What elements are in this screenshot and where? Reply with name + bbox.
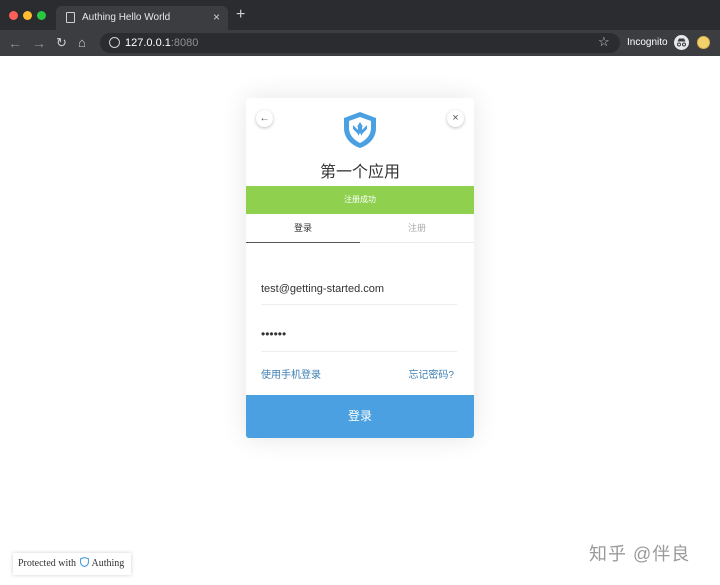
protected-badge[interactable]: Protected with Authing xyxy=(13,553,131,575)
tab-title: Authing Hello World xyxy=(82,12,171,23)
watermark-text: 知乎 @伴良 xyxy=(589,544,691,564)
close-button[interactable]: × xyxy=(447,110,464,127)
authing-shield-icon xyxy=(344,112,376,148)
new-tab-button[interactable]: + xyxy=(236,7,245,23)
url-host: 127.0.0.1 xyxy=(125,37,171,49)
browser-titlebar: Authing Hello World × + xyxy=(0,0,720,30)
address-bar[interactable]: 127.0.0.1:8080 xyxy=(100,33,620,53)
forgot-password-link[interactable]: 忘记密码? xyxy=(408,366,454,381)
reload-icon[interactable]: ↻ xyxy=(56,35,67,51)
back-button[interactable]: ← xyxy=(256,110,273,127)
home-icon[interactable]: ⌂ xyxy=(78,35,86,51)
email-value: test@getting-started.com xyxy=(261,283,385,295)
browser-toolbar: ← → ↻ ⌂ 127.0.0.1:8080 ☆ Incognito xyxy=(0,30,720,56)
tab-close-button[interactable]: × xyxy=(213,10,220,24)
protected-brand: Authing xyxy=(91,558,125,569)
arrow-left-icon[interactable]: ← xyxy=(8,35,22,51)
extension-icon[interactable] xyxy=(697,36,710,49)
url-text: 127.0.0.1:8080 xyxy=(125,37,198,49)
password-value: •••••• xyxy=(261,327,287,341)
document-icon xyxy=(66,12,75,23)
phone-login-link[interactable]: 使用手机登录 xyxy=(261,366,321,381)
tab-login[interactable]: 登录 xyxy=(246,214,360,243)
email-field[interactable]: test@getting-started.com xyxy=(261,275,457,305)
tab-register[interactable]: 注册 xyxy=(360,214,474,243)
window-close-dot[interactable] xyxy=(9,11,18,20)
window-minimize-dot[interactable] xyxy=(23,11,32,20)
info-icon[interactable] xyxy=(109,37,120,48)
window-zoom-dot[interactable] xyxy=(37,11,46,20)
auth-tabs: 登录 注册 xyxy=(246,214,474,243)
authing-small-shield-icon xyxy=(79,557,89,567)
incognito-icon[interactable] xyxy=(674,35,689,50)
star-icon[interactable]: ☆ xyxy=(598,34,610,50)
protected-prefix: Protected with xyxy=(18,558,77,569)
incognito-label: Incognito xyxy=(627,37,668,48)
url-port: :8080 xyxy=(170,37,199,49)
app-title: 第一个应用 xyxy=(319,164,400,181)
password-field[interactable]: •••••• xyxy=(261,322,457,352)
login-button[interactable]: 登录 xyxy=(246,395,474,438)
login-card: ← × 第一个应用 注册成功 登录 注册 test@getting-starte… xyxy=(246,98,474,438)
success-message: 注册成功 xyxy=(246,186,474,214)
browser-tab[interactable]: Authing Hello World × xyxy=(56,6,228,30)
arrow-right-icon[interactable]: → xyxy=(32,35,46,51)
